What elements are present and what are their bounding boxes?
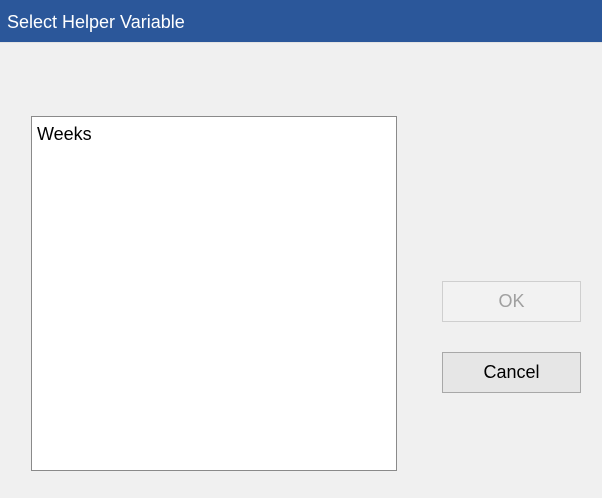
title-bar[interactable]: Select Helper Variable [0, 0, 602, 43]
cancel-button[interactable]: Cancel [442, 352, 581, 393]
select-helper-variable-dialog: Select Helper Variable Weeks OK Cancel [0, 0, 602, 498]
dialog-title: Select Helper Variable [7, 12, 185, 32]
helper-variable-listbox[interactable]: Weeks [31, 116, 397, 471]
list-item-weeks[interactable]: Weeks [37, 123, 92, 145]
ok-button[interactable]: OK [442, 281, 581, 322]
